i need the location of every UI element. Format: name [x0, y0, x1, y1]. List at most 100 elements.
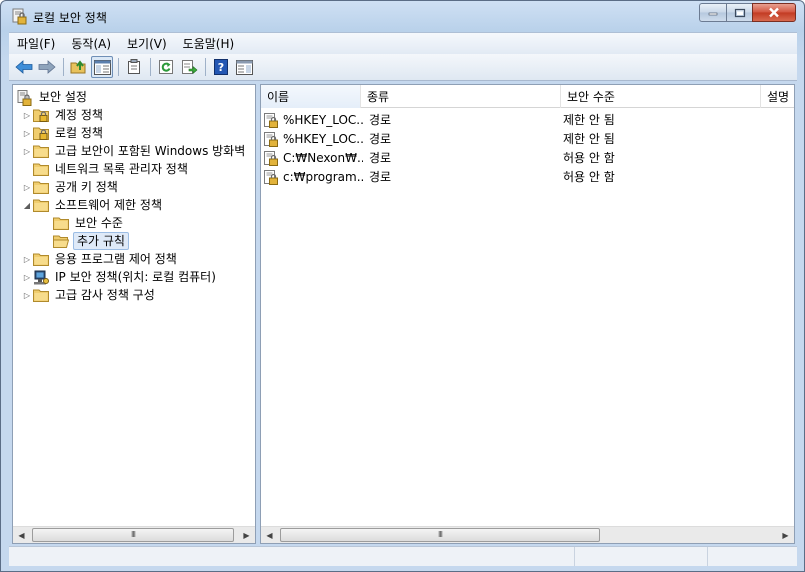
maximize-button[interactable]: [726, 3, 752, 22]
expand-arrow-icon[interactable]: ▷: [21, 124, 33, 142]
row-name: %HKEY_LOC...: [283, 131, 363, 146]
export-list-icon: [181, 60, 197, 75]
tree-item-additional-rules[interactable]: 추가 규칙: [41, 232, 129, 250]
up-one-level-button[interactable]: [68, 56, 90, 78]
row-level: 제한 안 됨: [563, 113, 615, 127]
list-item[interactable]: %HKEY_LOC... 경로 제한 안 됨: [263, 110, 763, 129]
row-level: 허용 안 함: [563, 170, 615, 184]
list-item[interactable]: c:₩program... 경로 허용 안 함: [263, 167, 763, 186]
tree-item-software-restriction[interactable]: ◢ 소프트웨어 제한 정책: [21, 196, 164, 214]
tree-item-label: 계정 정책: [55, 108, 103, 122]
expand-arrow-icon[interactable]: ▷: [21, 178, 33, 196]
refresh-icon: [159, 60, 173, 74]
column-label: 설명: [767, 90, 790, 104]
security-settings-icon: [17, 90, 33, 106]
tree-item-label: 네트워크 목록 관리자 정책: [55, 162, 188, 176]
tree-item-app-control[interactable]: ▷ 응용 프로그램 제어 정책: [21, 250, 179, 268]
menu-view[interactable]: 보기(V): [119, 34, 175, 54]
back-arrow-icon: [15, 60, 33, 74]
path-rule-icon: [263, 169, 279, 185]
help-icon: ?: [213, 59, 228, 75]
folder-open-icon: [53, 234, 70, 248]
column-header-type[interactable]: 종류: [361, 85, 561, 108]
svg-text:?: ?: [217, 61, 223, 74]
menu-action[interactable]: 동작(A): [63, 34, 119, 54]
show-hide-action-pane-button[interactable]: [233, 56, 255, 78]
tree-item-account-policy[interactable]: ▷ 계정 정책: [21, 106, 105, 124]
scroll-right-icon[interactable]: ▶: [777, 527, 794, 544]
tree-item-label: IP 보안 정책(위치: 로컬 컴퓨터): [55, 270, 216, 284]
scroll-thumb[interactable]: III: [32, 527, 234, 542]
tree-item-security-levels[interactable]: 보안 수준: [41, 214, 125, 232]
list-horizontal-scrollbar[interactable]: ◀ III ▶: [261, 526, 794, 543]
lock-folder-icon: [33, 126, 49, 140]
maximize-icon: [734, 8, 745, 17]
menu-help[interactable]: 도움말(H): [175, 34, 243, 54]
tree-root[interactable]: 보안 설정: [17, 88, 89, 106]
tree-horizontal-scrollbar[interactable]: ◀ III ▶: [13, 526, 255, 543]
path-rule-icon: [263, 112, 279, 128]
toolbar-separator: [118, 58, 119, 76]
tree-item-public-key[interactable]: ▷ 공개 키 정책: [21, 178, 120, 196]
show-hide-tree-icon: [93, 59, 111, 75]
scroll-track[interactable]: III: [278, 527, 777, 544]
tree-item-label: 소프트웨어 제한 정책: [55, 198, 162, 212]
scroll-right-icon[interactable]: ▶: [238, 527, 255, 544]
tree-item-label: 고급 보안이 포함된 Windows 방화벽: [55, 144, 246, 158]
scroll-track[interactable]: III: [30, 527, 238, 544]
folder-icon: [33, 252, 49, 266]
column-header-security-level[interactable]: 보안 수준: [561, 85, 761, 108]
folder-icon: [33, 198, 49, 212]
expand-arrow-icon[interactable]: ▷: [21, 250, 33, 268]
path-rule-icon: [263, 150, 279, 166]
row-type: 경로: [369, 170, 392, 184]
status-cell-2: [575, 547, 708, 566]
list-pane[interactable]: ^ 이름 종류 보안 수준 설명 %HKEY_LOC... 경로 제한 안 됨 …: [260, 84, 795, 544]
tree-item-advanced-audit[interactable]: ▷ 고급 감사 정책 구성: [21, 286, 157, 304]
tree-item-network-list[interactable]: 네트워크 목록 관리자 정책: [21, 160, 190, 178]
toolbar-separator: [205, 58, 206, 76]
tree-item-local-policy[interactable]: ▷ 로컬 정책: [21, 124, 105, 142]
show-hide-tree-button[interactable]: [91, 56, 113, 78]
toolbar-separator: [63, 58, 64, 76]
minimize-button[interactable]: [699, 3, 726, 22]
close-button[interactable]: [752, 3, 796, 22]
title-bar[interactable]: 로컬 보안 정책: [1, 1, 804, 31]
row-type: 경로: [369, 113, 392, 127]
refresh-button[interactable]: [155, 56, 177, 78]
forward-button[interactable]: [36, 56, 58, 78]
tree-item-firewall[interactable]: ▷ 고급 보안이 포함된 Windows 방화벽: [21, 142, 247, 160]
tree-item-label: 고급 감사 정책 구성: [55, 288, 155, 302]
collapse-arrow-icon[interactable]: ◢: [21, 196, 33, 214]
list-item[interactable]: %HKEY_LOC... 경로 제한 안 됨: [263, 129, 763, 148]
list-item[interactable]: C:₩Nexon₩... 경로 허용 안 함: [263, 148, 763, 167]
column-header-name[interactable]: ^ 이름: [261, 85, 361, 108]
folder-icon: [53, 216, 69, 230]
lock-folder-icon: [33, 108, 49, 122]
show-hide-action-pane-icon: [235, 59, 253, 75]
properties-button[interactable]: [123, 56, 145, 78]
scroll-thumb[interactable]: III: [280, 527, 600, 542]
row-type: 경로: [369, 151, 392, 165]
tree-item-ip-security[interactable]: ▷ IP 보안 정책(위치: 로컬 컴퓨터): [21, 268, 218, 286]
scroll-left-icon[interactable]: ◀: [13, 527, 30, 544]
row-level: 제한 안 됨: [563, 132, 615, 146]
tree-item-label: 로컬 정책: [55, 126, 103, 140]
folder-icon: [33, 144, 49, 158]
back-button[interactable]: [13, 56, 35, 78]
folder-icon: [33, 162, 49, 176]
expand-arrow-icon[interactable]: ▷: [21, 268, 33, 286]
expand-arrow-icon[interactable]: ▷: [21, 286, 33, 304]
expand-arrow-icon[interactable]: ▷: [21, 142, 33, 160]
column-header-description[interactable]: 설명: [761, 85, 794, 108]
help-button[interactable]: ?: [210, 56, 232, 78]
tree-pane[interactable]: 보안 설정 ▷ 계정 정책 ▷ 로컬 정책 ▷ 고급 보안이 포함된 Windo…: [12, 84, 256, 544]
expand-arrow-icon[interactable]: ▷: [21, 106, 33, 124]
menu-file[interactable]: 파일(F): [9, 34, 63, 54]
export-list-button[interactable]: [178, 56, 200, 78]
toolbar: ?: [9, 54, 797, 81]
scroll-left-icon[interactable]: ◀: [261, 527, 278, 544]
